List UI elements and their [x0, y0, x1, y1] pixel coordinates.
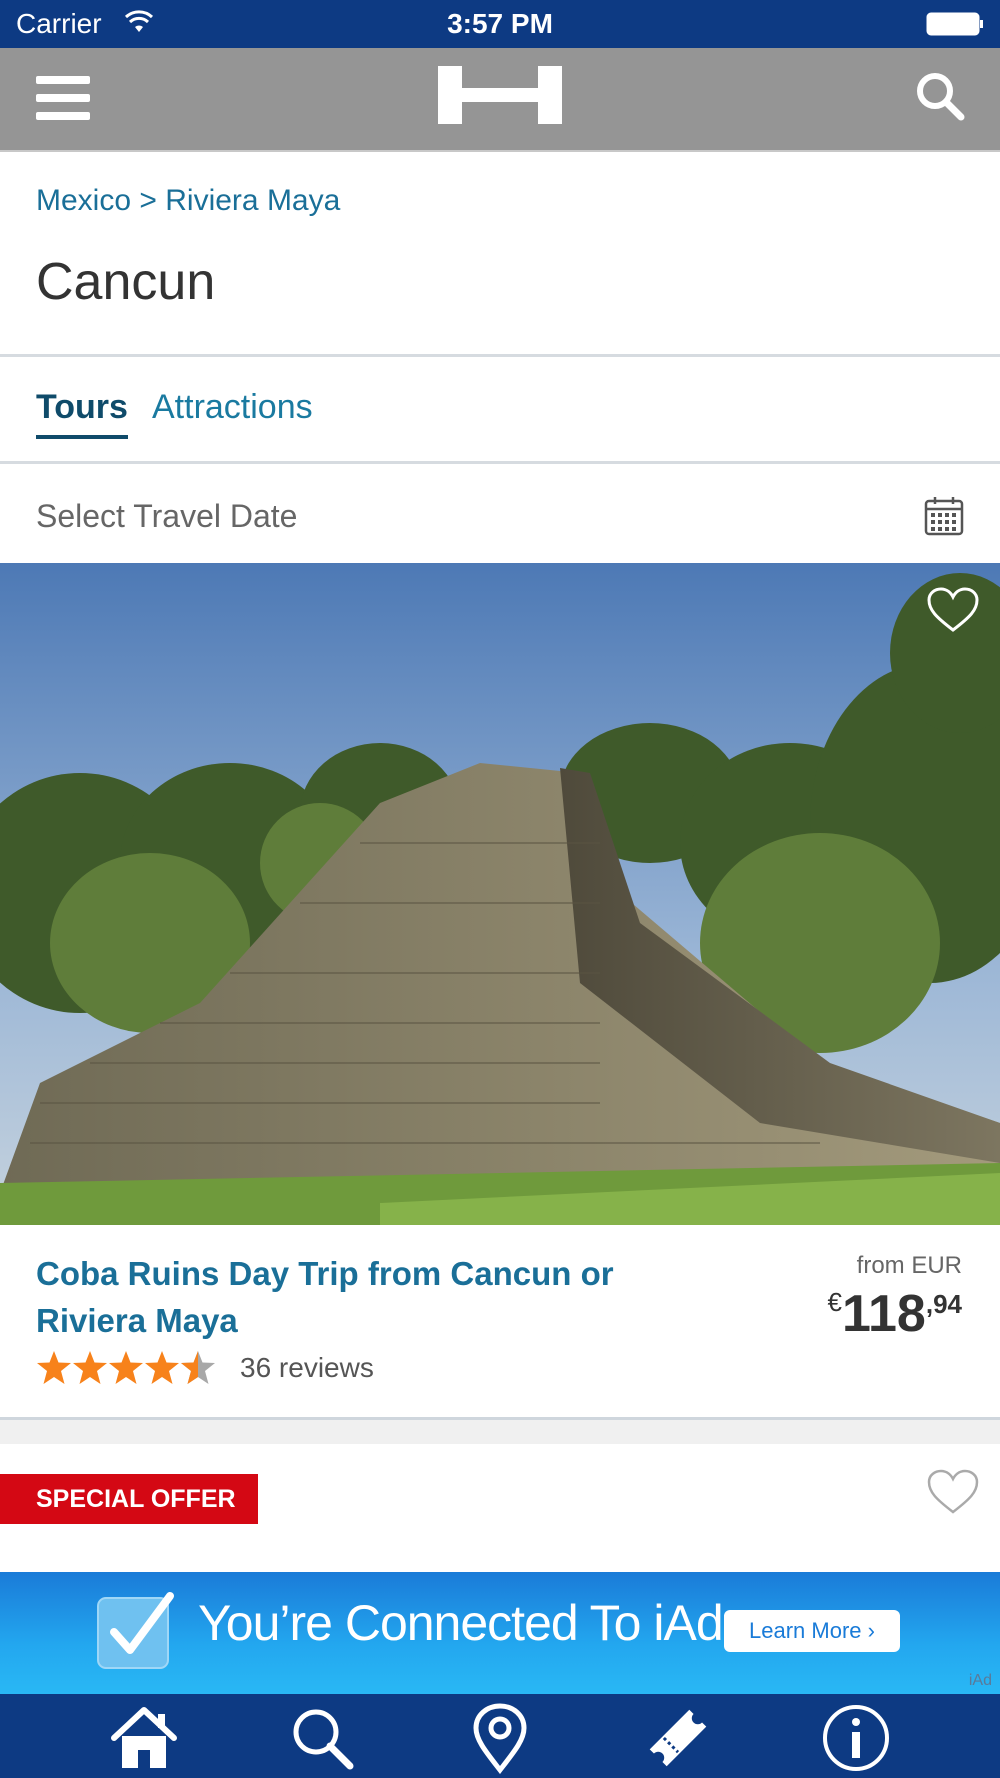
map-pin-icon[interactable]	[464, 1702, 536, 1774]
search-icon[interactable]	[286, 1702, 358, 1774]
travel-date-label: Select Travel Date	[36, 498, 298, 534]
favorite-heart-icon[interactable]	[926, 586, 980, 634]
brand-logo-icon[interactable]	[438, 66, 562, 124]
breadcrumb-region[interactable]: Riviera Maya	[165, 184, 340, 217]
tab-strip: Tours Attractions	[0, 358, 1000, 462]
navigation-bar	[0, 48, 1000, 152]
special-offer-badge: SPECIAL OFFER	[0, 1474, 258, 1524]
battery-icon	[926, 12, 983, 36]
tab-attractions[interactable]: Attractions	[152, 388, 313, 427]
tour-title[interactable]: Coba Ruins Day Trip from Cancun or Rivie…	[36, 1250, 676, 1344]
price-from-label: from EUR	[856, 1252, 962, 1279]
page-title: Cancun	[36, 253, 216, 311]
breadcrumb-separator: >	[139, 184, 157, 217]
ad-text: You’re Connected To iAd	[198, 1595, 724, 1651]
home-icon[interactable]	[108, 1702, 180, 1774]
hamburger-icon[interactable]	[36, 72, 92, 124]
star-icon	[109, 1351, 143, 1384]
star-icon	[37, 1351, 71, 1384]
tour-price: €118,94	[827, 1284, 962, 1344]
star-icon	[73, 1351, 107, 1384]
info-icon[interactable]	[820, 1702, 892, 1774]
iad-mark: iAd	[968, 1672, 992, 1689]
divider	[0, 354, 1000, 357]
learn-more-button[interactable]: Learn More ›	[724, 1610, 900, 1652]
checkbox-icon	[97, 1592, 174, 1669]
bottom-tab-bar	[0, 1694, 1000, 1778]
search-icon[interactable]	[914, 70, 966, 122]
tab-tours[interactable]: Tours	[36, 388, 128, 439]
travel-date-selector[interactable]: Select Travel Date	[0, 464, 1000, 564]
price-integer: 118	[841, 1285, 926, 1343]
breadcrumb: Mexico > Riviera Maya	[36, 184, 340, 218]
ticket-icon[interactable]	[642, 1702, 714, 1774]
breadcrumb-country[interactable]: Mexico	[36, 184, 131, 217]
card-separator	[0, 1420, 1000, 1444]
calendar-icon[interactable]	[924, 496, 964, 536]
price-decimal: ,94	[925, 1289, 962, 1319]
reviews-count[interactable]: 36 reviews	[240, 1352, 374, 1384]
clock: 3:57 PM	[447, 8, 553, 39]
ad-banner[interactable]: You’re Connected To iAd Learn More › iAd	[0, 1572, 1000, 1694]
half-star-icon	[181, 1351, 215, 1384]
star-icon	[145, 1351, 179, 1384]
favorite-heart-icon[interactable]	[926, 1468, 980, 1516]
tour-image[interactable]	[0, 563, 1000, 1225]
star-rating	[37, 1351, 215, 1384]
status-bar: Carrier 3:57 PM	[0, 0, 1000, 48]
price-currency: €	[827, 1287, 842, 1317]
